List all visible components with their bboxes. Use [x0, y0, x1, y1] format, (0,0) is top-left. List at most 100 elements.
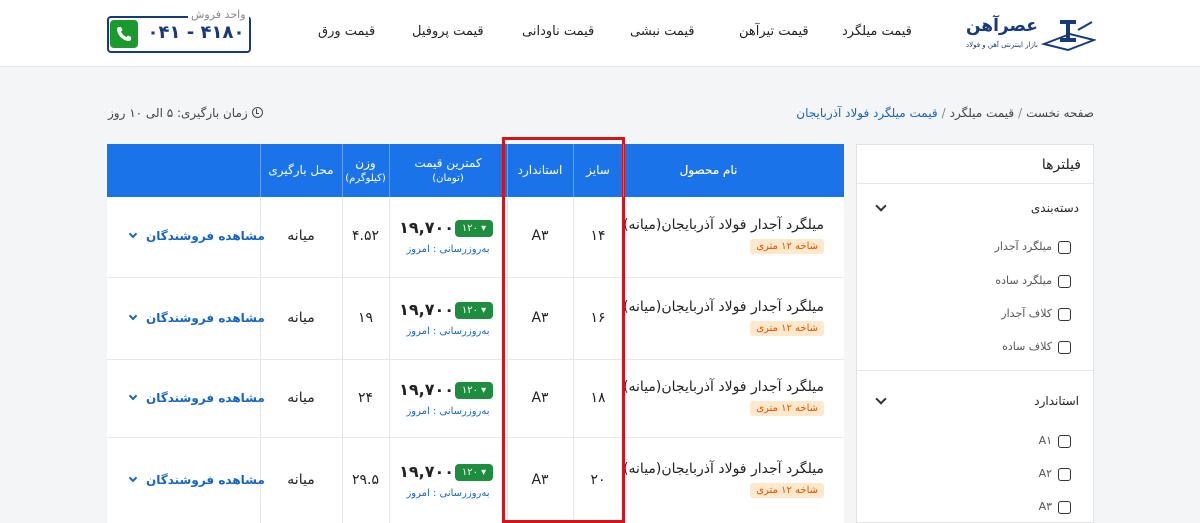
location-cell: میانه — [287, 309, 315, 326]
filters-panel: فیلترها دسته‌بندی میلگرد آجدار میلگرد سا… — [856, 144, 1094, 523]
nav-channel-price[interactable]: قیمت ناودانی — [522, 24, 594, 39]
view-sellers-label: مشاهده فروشندگان — [146, 229, 265, 243]
chevron-down-icon[interactable] — [875, 200, 887, 212]
sales-phone-number[interactable]: ۰۴۱ - ۴۱۸۰ — [146, 22, 246, 43]
price-value: ۱۹,۷۰۰ — [399, 299, 454, 319]
checkbox[interactable] — [1058, 274, 1071, 288]
filter-option-label: کلاف آجدار — [1001, 307, 1052, 320]
filters-title: فیلترها — [1041, 157, 1081, 173]
nav-profile-price[interactable]: قیمت پروفیل — [412, 24, 484, 39]
divider — [389, 144, 390, 197]
site-header: عصرآهن بازار اینترنتی آهن و فولاد قیمت م… — [0, 0, 1200, 67]
price-change-value: ۱۲۰ — [461, 384, 478, 396]
view-sellers-link[interactable]: مشاهده فروشندگان — [128, 390, 265, 405]
breadcrumb-separator: / — [1018, 106, 1023, 120]
caret-down-icon: ▾ — [481, 466, 487, 478]
price-change-badge: ۱۲۰ ▾ — [455, 381, 493, 399]
chevron-down-icon — [128, 311, 138, 320]
product-length-tag: شاخه ۱۲ متری — [750, 482, 824, 498]
lead-time: زمان بارگیری: ۵ الی ۱۰ روز — [108, 106, 263, 120]
location-cell: میانه — [287, 389, 315, 406]
price-change-badge: ۱۲۰ ▾ — [455, 301, 493, 319]
header-label: وزن — [355, 155, 376, 170]
divider — [857, 370, 1093, 371]
divider — [342, 144, 343, 197]
filter-option-ribbed-coil[interactable]: کلاف آجدار — [1001, 307, 1071, 321]
filter-option-a1[interactable]: A۱ — [1039, 434, 1071, 448]
view-sellers-label: مشاهده فروشندگان — [146, 390, 265, 405]
header-location-label: محل بارگیری — [260, 144, 342, 197]
filter-option-label: کلاف ساده — [1002, 340, 1052, 353]
updated-status: به‌روزرسانی : امروز — [406, 487, 490, 499]
filter-option-label: میلگرد ساده — [995, 274, 1052, 287]
header-label: کمترین قیمت — [414, 155, 482, 170]
breadcrumb: صفحه نخست/قیمت میلگرد/قیمت میلگرد فولاد … — [796, 106, 1094, 120]
breadcrumb-home[interactable]: صفحه نخست — [1026, 106, 1094, 120]
checkbox[interactable] — [1058, 434, 1071, 448]
chevron-down-icon — [128, 229, 138, 239]
price-change-badge: ۱۲۰ ▾ — [455, 463, 493, 481]
filter-option-plain-coil[interactable]: کلاف ساده — [1002, 340, 1071, 354]
weight-cell: ۴.۵۲ — [351, 228, 379, 244]
caret-down-icon: ▾ — [481, 223, 487, 234]
nav-rebar-price[interactable]: قیمت میلگرد — [842, 24, 912, 39]
chevron-down-icon — [128, 391, 138, 400]
filter-section-standard-title[interactable]: استاندارد — [1034, 394, 1079, 408]
divider — [507, 144, 508, 197]
breadcrumb-separator: / — [941, 106, 946, 120]
caret-down-icon: ▾ — [481, 384, 487, 396]
checkbox[interactable] — [1058, 340, 1071, 354]
filter-option-a2[interactable]: A۲ — [1039, 467, 1071, 481]
price-change-badge: ۱۲۰ ▾ — [455, 220, 493, 237]
product-name[interactable]: میلگرد آجدار فولاد آذربایجان(میانه) — [623, 217, 824, 233]
divider — [260, 144, 261, 197]
filter-option-a3[interactable]: A۳ — [1039, 500, 1071, 514]
checkbox[interactable] — [1058, 467, 1071, 481]
clock-icon — [251, 107, 263, 118]
view-sellers-link[interactable]: مشاهده فروشندگان — [128, 229, 265, 243]
price-change-value: ۱۲۰ — [461, 223, 478, 234]
view-sellers-link[interactable]: مشاهده فروشندگان — [128, 473, 265, 487]
product-name[interactable]: میلگرد آجدار فولاد آذربایجان(میانه) — [623, 299, 824, 315]
weight-cell: ۲۹.۵ — [351, 471, 379, 488]
header-sublabel: (تومان) — [432, 172, 464, 184]
nav-ibeam-price[interactable]: قیمت تیرآهن — [739, 24, 809, 39]
checkbox[interactable] — [1058, 307, 1071, 321]
product-name[interactable]: میلگرد آجدار فولاد آذربایجان(میانه) — [623, 379, 824, 395]
header-label: استاندارد — [517, 163, 563, 177]
filter-option-label: A۱ — [1038, 434, 1052, 447]
updated-status: به‌روزرسانی : امروز — [406, 244, 490, 255]
filter-option-label: A۲ — [1038, 467, 1052, 480]
filter-section-category-title[interactable]: دسته‌بندی — [1031, 201, 1079, 215]
filter-option-ribbed-rebar[interactable]: میلگرد آجدار — [995, 240, 1071, 254]
nav-sheet-price[interactable]: قیمت ورق — [318, 24, 375, 39]
logo-title: عصرآهن — [966, 16, 1038, 36]
divider — [857, 183, 1093, 184]
price-value: ۱۹,۷۰۰ — [399, 218, 454, 237]
chevron-down-icon[interactable] — [875, 393, 887, 405]
product-length-tag: شاخه ۱۲ متری — [750, 239, 824, 254]
updated-status: به‌روزرسانی : امروز — [406, 405, 490, 417]
price-change-value: ۱۲۰ — [461, 466, 478, 478]
product-name[interactable]: میلگرد آجدار فولاد آذربایجان(میانه) — [623, 461, 824, 477]
breadcrumb-category[interactable]: قیمت میلگرد — [950, 106, 1015, 120]
header-price-label: کمترین قیمت (تومان) — [389, 144, 507, 197]
location-cell: میانه — [287, 471, 315, 488]
caret-down-icon: ▾ — [481, 304, 487, 316]
lead-time-text: زمان بارگیری: ۵ الی ۱۰ روز — [108, 106, 248, 120]
site-logo[interactable]: عصرآهن بازار اینترنتی آهن و فولاد — [966, 14, 1096, 56]
breadcrumb-current[interactable]: قیمت میلگرد فولاد آذربایجان — [796, 106, 937, 120]
location-cell: میانه — [287, 228, 315, 244]
filter-option-plain-rebar[interactable]: میلگرد ساده — [995, 274, 1071, 288]
updated-status: به‌روزرسانی : امروز — [406, 325, 490, 337]
logo-subtitle: بازار اینترنتی آهن و فولاد — [966, 41, 1038, 49]
weight-cell: ۲۴ — [357, 389, 374, 406]
checkbox[interactable] — [1058, 240, 1071, 254]
view-sellers-link[interactable]: مشاهده فروشندگان — [128, 311, 265, 325]
divider — [573, 144, 574, 197]
header-label: محل بارگیری — [268, 163, 334, 177]
nav-angle-price[interactable]: قیمت نبشی — [630, 24, 695, 39]
checkbox[interactable] — [1058, 500, 1071, 514]
price-value: ۱۹,۷۰۰ — [399, 379, 454, 399]
product-length-tag: شاخه ۱۲ متری — [750, 400, 824, 416]
